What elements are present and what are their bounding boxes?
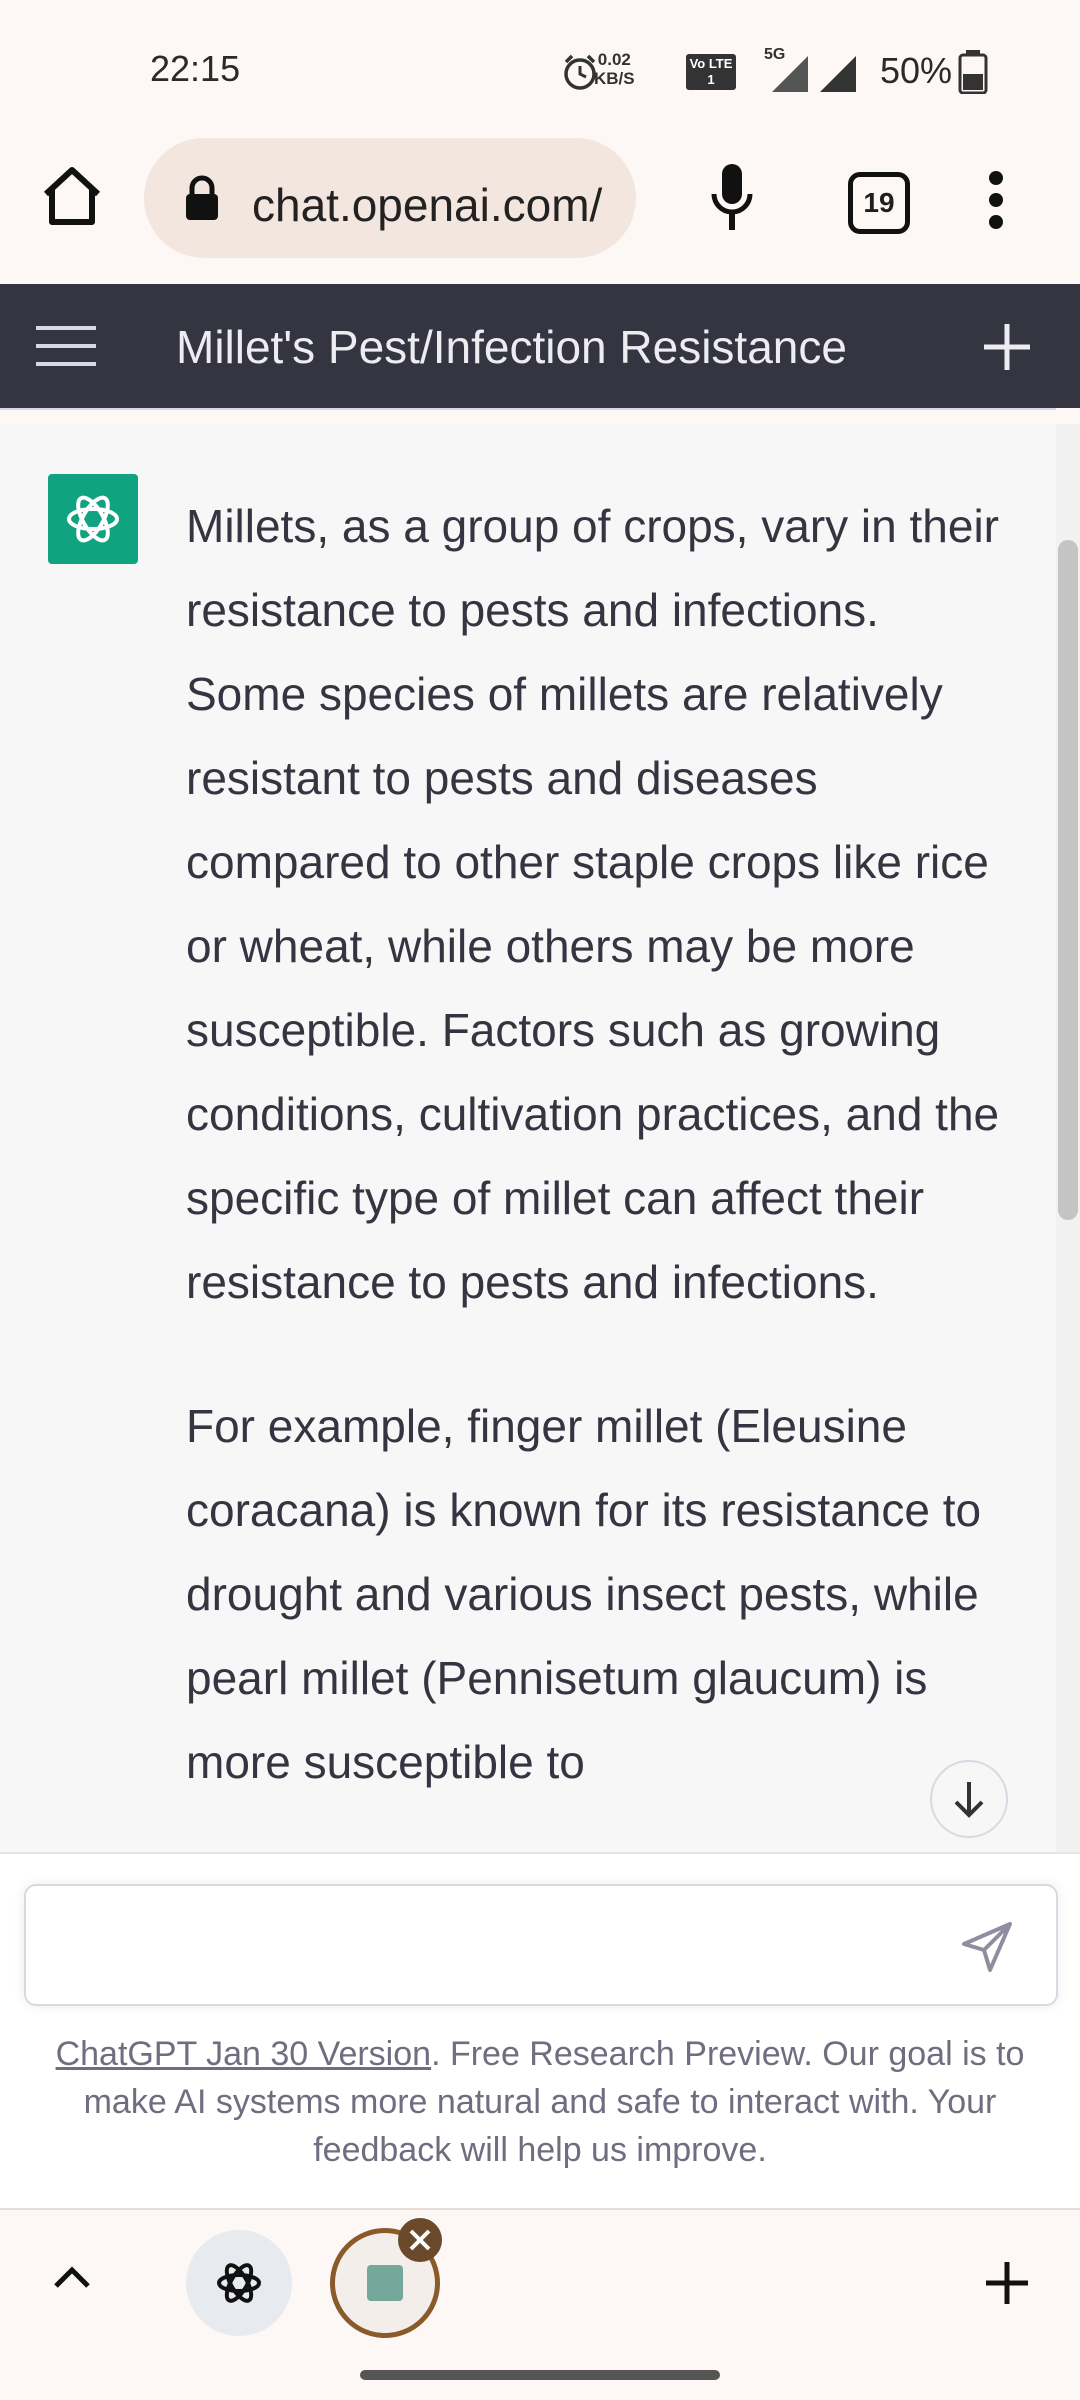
url-text: chat.openai.com/ — [252, 179, 603, 231]
new-tab-plus-icon[interactable] — [984, 2260, 1030, 2306]
scrollbar-thumb[interactable] — [1058, 540, 1078, 1220]
assistant-message: Millets, as a group of crops, vary in th… — [186, 484, 1006, 1852]
message-paragraph: Millets, as a group of crops, vary in th… — [186, 500, 1000, 1308]
scroll-to-bottom-button[interactable] — [930, 1760, 1008, 1838]
send-icon[interactable] — [954, 1914, 1018, 1978]
composer-area: ChatGPT Jan 30 Version. Free Research Pr… — [0, 1852, 1080, 2210]
network-speed-value: 0.02 — [597, 50, 631, 69]
openai-logo-icon — [217, 2263, 261, 2303]
signal-icon — [772, 56, 856, 92]
conversation-title: Millet's Pest/Infection Resistance — [176, 321, 847, 373]
close-tab-button[interactable] — [398, 2218, 442, 2262]
close-icon — [409, 2229, 431, 2251]
new-chat-plus-icon[interactable] — [980, 320, 1034, 374]
gesture-handle[interactable] — [360, 2370, 720, 2380]
lock-icon — [186, 175, 218, 220]
battery-icon — [958, 50, 988, 94]
menu-kebab-icon[interactable] — [984, 170, 1008, 230]
openai-logo-icon — [67, 495, 119, 543]
version-link[interactable]: ChatGPT Jan 30 Version — [56, 2035, 431, 2073]
assistant-avatar — [48, 474, 138, 564]
volte-icon: Vo LTE 1 — [686, 54, 736, 90]
header-divider — [0, 408, 1056, 410]
mic-icon[interactable] — [708, 162, 756, 234]
tab-strip — [0, 2208, 1080, 2356]
chat-content: Millets, as a group of crops, vary in th… — [0, 424, 1056, 1852]
status-icons: 0.02 KB/S Vo LTE 1 5G 50% — [540, 40, 1080, 100]
message-input[interactable] — [50, 1916, 954, 1974]
network-speed: 0.02 KB/S — [594, 50, 635, 88]
hamburger-menu-icon[interactable] — [36, 324, 96, 368]
status-time: 22:15 — [150, 48, 241, 89]
network-speed-unit: KB/S — [594, 69, 635, 88]
tab-switcher-button[interactable]: 19 — [848, 172, 910, 234]
chat-header: Millet's Pest/Infection Resistance — [0, 284, 1080, 408]
battery-percent: 50% — [880, 50, 953, 91]
openai-logo-icon — [367, 2265, 403, 2301]
browser-toolbar: chat.openai.com/ 19 — [0, 130, 1080, 282]
status-bar: 22:15 0.02 KB/S Vo LTE 1 5G 50% — [0, 0, 1080, 130]
disclaimer-text: ChatGPT Jan 30 Version. Free Research Pr… — [30, 2030, 1050, 2174]
message-paragraph: For example, finger millet (Eleusine cor… — [186, 1400, 982, 1788]
address-bar[interactable]: chat.openai.com/ — [144, 138, 636, 258]
home-icon[interactable] — [40, 164, 104, 228]
tab-thumbnail[interactable] — [186, 2230, 292, 2336]
chevron-up-icon[interactable] — [50, 2262, 94, 2292]
arrow-down-icon — [954, 1782, 984, 1818]
message-input-box[interactable] — [24, 1884, 1058, 2006]
